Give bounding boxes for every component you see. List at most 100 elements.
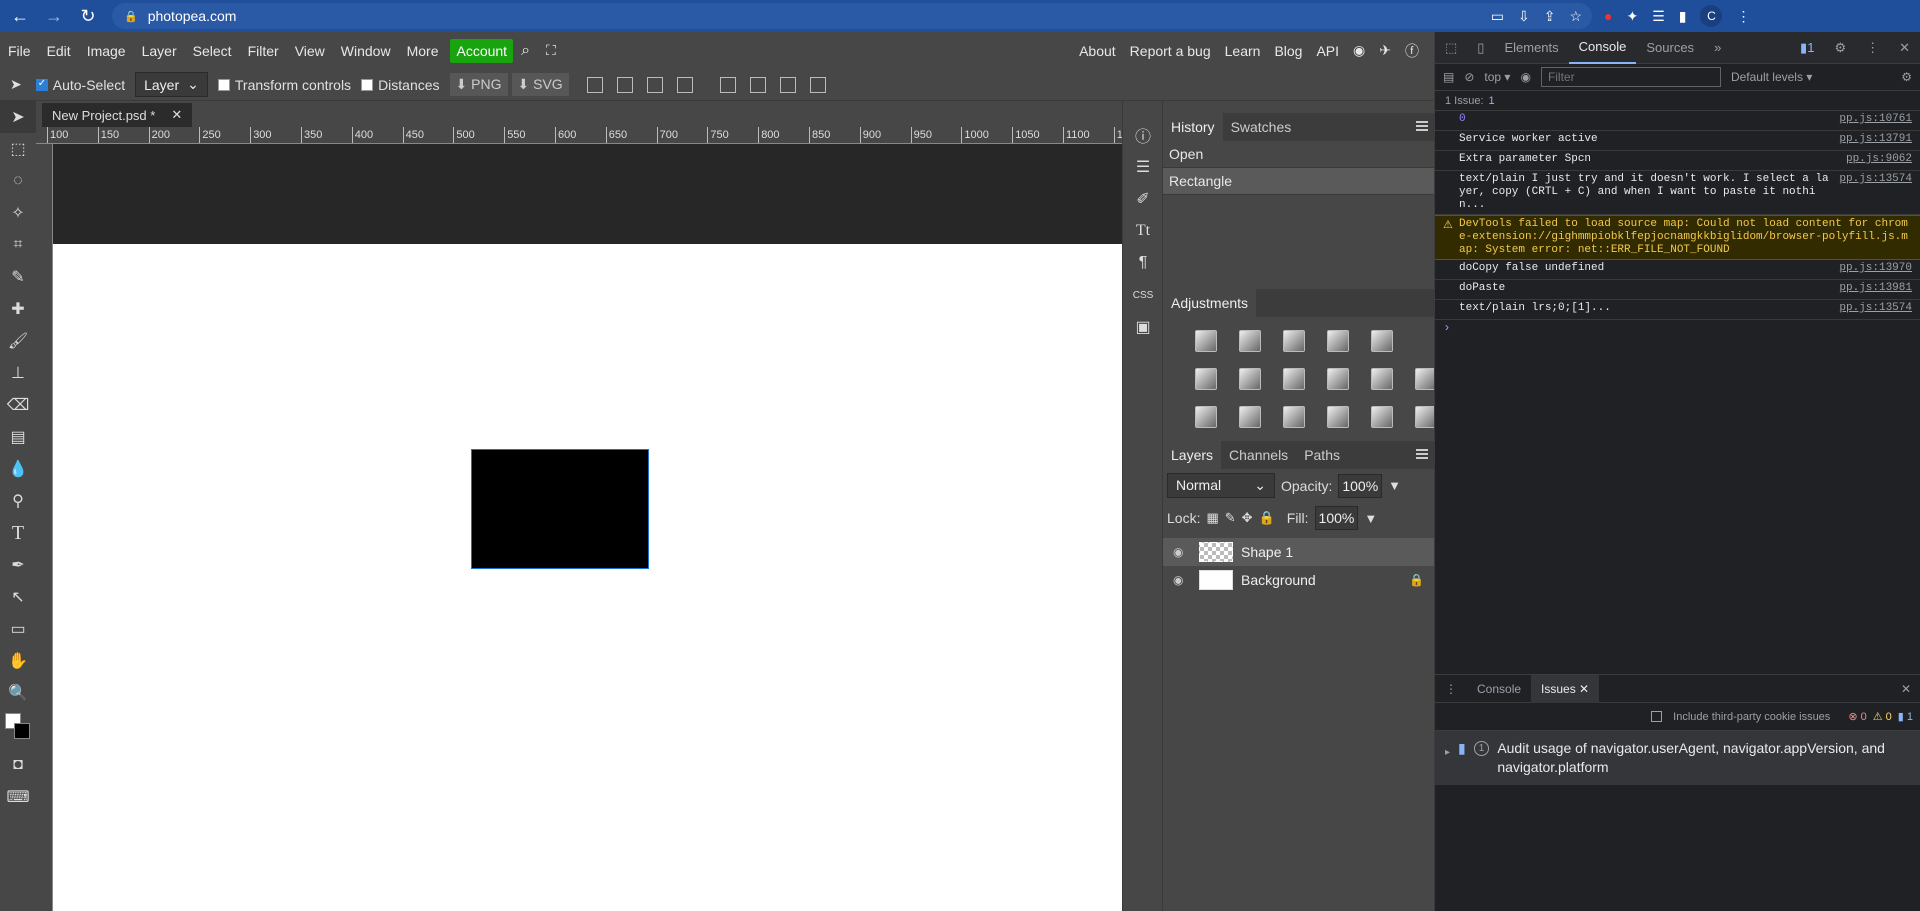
align-top-icon[interactable] [719, 76, 736, 93]
menu-select[interactable]: Select [185, 43, 240, 59]
pen-tool-icon[interactable]: ✒ [0, 549, 36, 581]
share-icon[interactable]: ⇪ [1544, 8, 1556, 25]
selective-color-icon[interactable] [1327, 406, 1349, 428]
threshold-icon[interactable] [1239, 406, 1261, 428]
align-bottom-icon[interactable] [779, 76, 796, 93]
expand-arrow-icon[interactable]: ▸ [1445, 743, 1450, 762]
keyboard-icon[interactable]: ⌨ [0, 781, 36, 813]
stamp-tool-icon[interactable]: ⊥ [0, 357, 36, 389]
lock-move-icon[interactable]: ✥ [1242, 510, 1253, 526]
panel-menu-icon[interactable] [1416, 121, 1428, 131]
drawer-menu-icon[interactable]: ⋮ [1435, 675, 1467, 703]
eyedropper-tool-icon[interactable]: ✎ [0, 261, 36, 293]
menu-report-bug[interactable]: Report a bug [1123, 43, 1218, 59]
lock-all-icon[interactable]: 🔒 [1259, 510, 1275, 526]
close-icon[interactable]: ✕ [171, 107, 182, 123]
console-source-link[interactable]: pp.js:13981 [1839, 282, 1912, 294]
third-party-checkbox[interactable] [1651, 711, 1663, 722]
auto-select-option[interactable]: Auto-Select [35, 77, 125, 93]
extension-red-icon[interactable]: ● [1604, 8, 1612, 24]
marquee-tool-icon[interactable]: ⬚ [0, 133, 36, 165]
gradient-tool-icon[interactable]: ▤ [0, 421, 36, 453]
dodge-tool-icon[interactable]: ⚲ [0, 485, 36, 517]
fullscreen-icon[interactable]: ⛶ [538, 42, 564, 59]
menu-about[interactable]: About [1072, 43, 1123, 59]
twitter-icon[interactable]: ✈ [1372, 42, 1398, 59]
drawer-tab-issues[interactable]: Issues ✕ [1531, 674, 1600, 703]
device-icon[interactable]: ▯ [1467, 32, 1494, 64]
log-levels-select[interactable]: Default levels ▾ [1731, 70, 1812, 84]
console-source-link[interactable]: pp.js:13791 [1839, 133, 1912, 145]
back-icon[interactable]: ← [6, 2, 34, 30]
issues-bar[interactable]: 1 Issue: 1 [1435, 91, 1920, 111]
console-source-link[interactable]: pp.js:10761 [1839, 113, 1912, 125]
auto-select-checkbox[interactable] [35, 78, 48, 91]
layer-row[interactable]: ◉ Background 🔒 [1163, 566, 1434, 594]
lasso-tool-icon[interactable]: ◌ [0, 165, 36, 197]
issue-item[interactable]: ▸ ▮ 1 Audit usage of navigator.userAgent… [1435, 731, 1920, 785]
star-icon[interactable]: ☆ [1569, 8, 1582, 25]
export-svg-button[interactable]: ⬇ SVG [511, 73, 569, 96]
search-icon[interactable]: ⌕ [513, 42, 538, 60]
tab-history[interactable]: History [1163, 113, 1223, 141]
canvas[interactable] [53, 244, 1122, 911]
tab-elements[interactable]: Elements [1494, 32, 1568, 64]
menu-more[interactable]: More [399, 43, 447, 59]
console-source-link[interactable]: pp.js:13574 [1839, 302, 1912, 314]
tab-swatches[interactable]: Swatches [1223, 113, 1300, 141]
black-white-icon[interactable] [1239, 368, 1261, 390]
layer-select[interactable]: Layer ⌄ [135, 72, 208, 97]
distances-option[interactable]: Distances [361, 77, 440, 93]
shadows-highlights-icon[interactable] [1371, 406, 1393, 428]
align-middle-icon[interactable] [749, 76, 766, 93]
distribute-h-icon[interactable] [676, 76, 693, 93]
image-icon[interactable]: ▣ [1123, 311, 1163, 343]
transform-controls-checkbox[interactable] [217, 78, 230, 91]
menu-blog[interactable]: Blog [1267, 43, 1309, 59]
tab-channels[interactable]: Channels [1221, 441, 1296, 469]
hand-tool-icon[interactable]: ✋ [0, 645, 36, 677]
blur-tool-icon[interactable]: 💧 [0, 453, 36, 485]
history-item[interactable]: Rectangle [1163, 168, 1434, 195]
channel-mixer-icon[interactable] [1327, 368, 1349, 390]
blend-mode-select[interactable]: Normal ⌄ [1167, 473, 1275, 498]
context-select[interactable]: top ▾ [1484, 70, 1510, 84]
menu-learn[interactable]: Learn [1218, 43, 1268, 59]
fill-input[interactable]: 100% [1314, 506, 1359, 530]
profile-avatar[interactable]: C [1700, 5, 1723, 27]
lock-paint-icon[interactable]: ✎ [1225, 510, 1236, 526]
eraser-tool-icon[interactable]: ⌫ [0, 389, 36, 421]
tab-paths[interactable]: Paths [1296, 441, 1348, 469]
console-source-link[interactable]: pp.js:13970 [1839, 262, 1912, 274]
menu-layer[interactable]: Layer [134, 43, 185, 59]
curves-icon[interactable] [1283, 330, 1305, 352]
address-bar[interactable]: 🔒 photopea.com ▭ ⇩ ⇪ ☆ [112, 3, 1592, 29]
brightness-icon[interactable] [1195, 330, 1217, 352]
brush-tool-icon[interactable]: 🖌 [0, 325, 36, 357]
menu-filter[interactable]: Filter [240, 43, 287, 59]
more-tabs-icon[interactable]: » [1704, 32, 1731, 64]
issues-count-button[interactable]: ▮ 1 [1790, 32, 1824, 64]
install-icon[interactable]: ⇩ [1518, 8, 1530, 25]
live-expression-icon[interactable]: ◉ [1520, 70, 1530, 84]
paragraph-icon[interactable]: ¶ [1123, 247, 1163, 279]
console-source-link[interactable]: pp.js:13574 [1839, 173, 1912, 185]
css-icon[interactable]: CSS [1123, 279, 1163, 311]
console-settings-icon[interactable]: ⚙ [1901, 70, 1912, 84]
cast-icon[interactable]: ▭ [1491, 8, 1504, 25]
forward-icon[interactable]: → [40, 2, 68, 30]
posterize-icon[interactable] [1195, 406, 1217, 428]
info-icon[interactable]: ⓘ [1123, 119, 1163, 151]
reddit-icon[interactable]: ◉ [1346, 42, 1372, 59]
history-item[interactable]: Open [1163, 141, 1434, 168]
menu-file[interactable]: File [0, 43, 39, 59]
zoom-tool-icon[interactable]: 🔍 [0, 677, 36, 709]
account-button[interactable]: Account [450, 38, 514, 63]
facebook-icon[interactable]: ⓕ [1398, 41, 1426, 61]
sidepanel-icon[interactable]: ▮ [1679, 8, 1687, 25]
healing-tool-icon[interactable]: ✚ [0, 293, 36, 325]
lock-pixels-icon[interactable]: ▦ [1206, 510, 1218, 526]
inspect-icon[interactable]: ⬚ [1435, 32, 1467, 64]
rectangle-shape[interactable] [471, 449, 649, 569]
quick-mask-icon[interactable]: ◘ [0, 749, 36, 781]
